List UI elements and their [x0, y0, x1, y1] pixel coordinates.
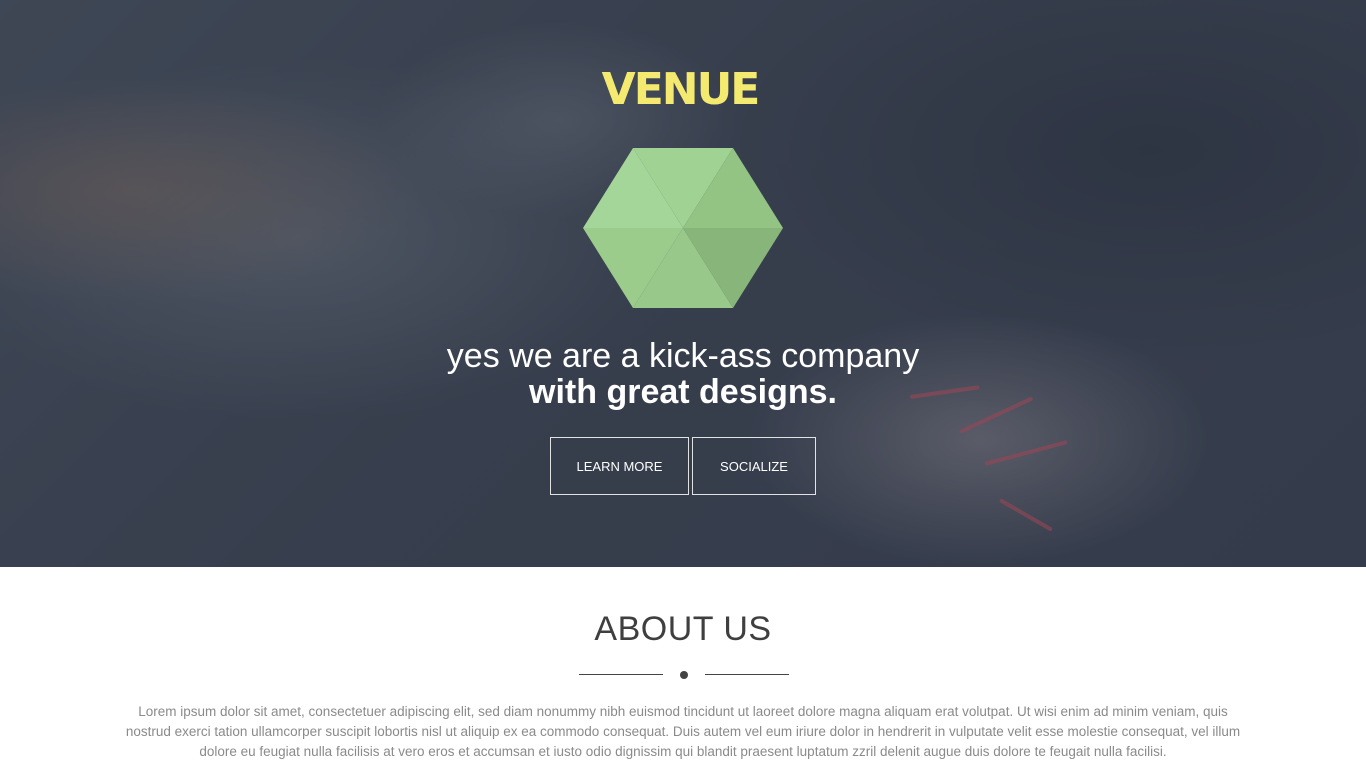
hexagon-logo-icon	[583, 148, 783, 308]
venue-logo[interactable]: VENUE	[588, 68, 772, 112]
hero-section: VENUE yes we are a kick-ass company with…	[0, 0, 1366, 567]
learn-more-button[interactable]: LEARN MORE	[550, 437, 689, 495]
hero-headline-light: yes we are a kick-ass company	[446, 337, 920, 375]
divider-line-left	[579, 674, 663, 675]
about-title: ABOUT US	[594, 610, 772, 648]
socialize-button[interactable]: SOCIALIZE	[692, 437, 816, 495]
divider-dot	[680, 671, 688, 679]
about-paragraph: Lorem ipsum dolor sit amet, consectetuer…	[125, 704, 1241, 759]
divider-line-right	[705, 674, 789, 675]
hero-headline-bold: with great designs.	[529, 373, 837, 411]
